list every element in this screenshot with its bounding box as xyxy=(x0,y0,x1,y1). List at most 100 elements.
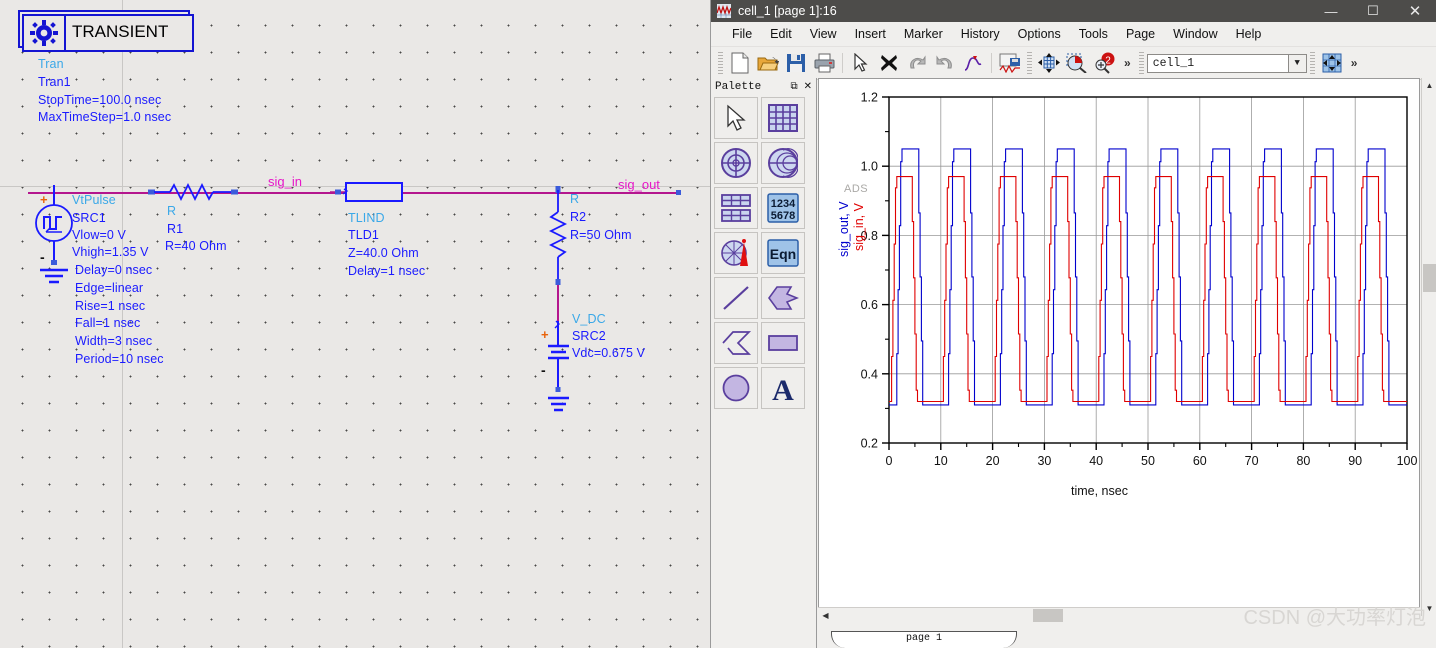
undo-icon[interactable] xyxy=(904,50,930,76)
menu-help[interactable]: Help xyxy=(1227,23,1271,45)
net-label-sig-in[interactable]: sig_in xyxy=(268,174,302,189)
vertical-scrollbar[interactable]: ▲ ▼ xyxy=(1421,78,1436,616)
page-tab[interactable]: page 1 xyxy=(831,631,1017,648)
svg-text:A: A xyxy=(772,374,794,403)
waveform-chart[interactable]: 0.20.40.60.81.01.20 10 20 30 40 50 60 70 80 90 100 xyxy=(819,79,1419,499)
list-table-icon[interactable] xyxy=(714,187,758,229)
palette-grid[interactable]: 1234 5678 Eqn A xyxy=(714,97,813,409)
tline-delay: Delay=1 nsec xyxy=(348,264,426,278)
zoom-area-icon[interactable] xyxy=(1064,50,1090,76)
transient-title: TRANSIENT xyxy=(72,22,169,41)
vtpulse-fall: Fall=1 nsec xyxy=(75,316,141,330)
dataset-value: cell_1 xyxy=(1152,56,1195,70)
line-icon[interactable] xyxy=(714,277,758,319)
toolbar-grip-3[interactable] xyxy=(1138,52,1144,74)
svg-text:90: 90 xyxy=(1348,454,1362,468)
tline-type: TLIND xyxy=(348,211,385,225)
equation-eqn-icon[interactable]: Eqn xyxy=(761,232,805,274)
svg-text:1.2: 1.2 xyxy=(861,91,878,105)
text-a-icon[interactable]: A xyxy=(761,367,805,409)
polyline-icon[interactable] xyxy=(714,322,758,364)
select-arrow-icon[interactable] xyxy=(848,50,874,76)
menu-bar[interactable]: File Edit View Insert Marker History Opt… xyxy=(711,22,1436,47)
csdn-watermark: CSDN @大功率灯泡 xyxy=(1243,607,1426,629)
maximize-button[interactable]: ☐ xyxy=(1352,0,1394,22)
schematic-canvas[interactable]: TRANSIENT Tran Tran1 StopTime=100.0 nsec… xyxy=(0,0,710,648)
resistor-r2-symbol[interactable] xyxy=(548,186,570,296)
antenna-pattern-icon[interactable] xyxy=(714,232,758,274)
ads-data-display-window[interactable]: cell_1 [page 1]:16 — ☐ ✕ File Edit View … xyxy=(710,0,1436,648)
window-controls[interactable]: — ☐ ✕ xyxy=(1310,0,1436,22)
window-titlebar[interactable]: cell_1 [page 1]:16 — ☐ ✕ xyxy=(711,0,1436,22)
menu-insert[interactable]: Insert xyxy=(846,23,895,45)
palette-close-button[interactable]: ✕ xyxy=(804,81,812,93)
toolbar-grip[interactable] xyxy=(718,52,723,74)
minimize-button[interactable]: — xyxy=(1310,0,1352,22)
dataset-combobox[interactable]: cell_1 ▼ xyxy=(1146,53,1307,73)
palette-header: Palette ⧉ ✕ xyxy=(711,78,816,95)
menu-history[interactable]: History xyxy=(952,23,1009,45)
transient-instance: Tran1 xyxy=(38,75,71,89)
menu-edit[interactable]: Edit xyxy=(761,23,801,45)
x-axis-label: time, nsec xyxy=(1071,484,1128,498)
numeric-1234-5678-icon[interactable]: 1234 5678 xyxy=(761,187,805,229)
curve-icon[interactable] xyxy=(960,50,986,76)
menu-marker[interactable]: Marker xyxy=(895,23,952,45)
open-folder-icon[interactable] xyxy=(755,50,781,76)
y-axis-label-sig-in: sig_in, V xyxy=(852,203,866,251)
menu-tools[interactable]: Tools xyxy=(1070,23,1117,45)
rect-plot-icon[interactable] xyxy=(761,97,805,139)
scroll-up-arrow[interactable]: ▲ xyxy=(1422,78,1436,93)
svg-text:80: 80 xyxy=(1296,454,1310,468)
new-document-icon[interactable] xyxy=(727,50,753,76)
polar-plot-icon[interactable] xyxy=(714,142,758,184)
menu-page[interactable]: Page xyxy=(1117,23,1164,45)
save-icon[interactable] xyxy=(783,50,809,76)
vtpulse-instance: SRC1 xyxy=(72,211,106,225)
resistor-r1-symbol[interactable] xyxy=(148,182,240,202)
toolbar-grip-4[interactable] xyxy=(1309,52,1315,74)
simulate-icon[interactable] xyxy=(997,50,1023,76)
tline-z: Z=40.0 Ohm xyxy=(348,246,419,260)
palette-panel[interactable]: Palette ⧉ ✕ 1234 5678 Eqn A xyxy=(711,78,817,648)
menu-options[interactable]: Options xyxy=(1009,23,1070,45)
delete-x-icon[interactable] xyxy=(876,50,902,76)
close-button[interactable]: ✕ xyxy=(1394,0,1436,22)
net-label-sig-out[interactable]: sig_out xyxy=(618,177,660,192)
vdc-value: Vdc=0.675 V xyxy=(572,346,646,360)
circle-icon[interactable] xyxy=(714,367,758,409)
redo-icon[interactable] xyxy=(932,50,958,76)
rectangle-icon[interactable] xyxy=(761,322,805,364)
arrow-select-icon[interactable] xyxy=(714,97,758,139)
horizontal-scroll-thumb[interactable] xyxy=(1033,609,1063,622)
svg-text:1.0: 1.0 xyxy=(861,160,878,174)
transient-block[interactable]: TRANSIENT xyxy=(22,14,194,52)
print-icon[interactable] xyxy=(811,50,837,76)
svg-text:Eqn: Eqn xyxy=(770,246,796,262)
toolbar-grip-2[interactable] xyxy=(1027,52,1032,74)
smith-chart-icon[interactable] xyxy=(761,142,805,184)
zoom-in-icon[interactable]: 2 xyxy=(1092,50,1118,76)
svg-text:50: 50 xyxy=(1141,454,1155,468)
palette-undock-button[interactable]: ⧉ xyxy=(790,81,797,93)
resistor-r2-instance: R2 xyxy=(570,210,587,224)
main-toolbar[interactable]: 2 » cell_1 ▼ » xyxy=(711,47,1436,80)
toolbar-overflow-button[interactable]: » xyxy=(1119,56,1136,70)
chevron-down-icon[interactable]: ▼ xyxy=(1287,54,1306,72)
svg-text:0: 0 xyxy=(886,454,893,468)
vertical-scroll-thumb[interactable] xyxy=(1423,264,1436,292)
vtpulse-vlow: Vlow=0 V xyxy=(72,228,126,242)
scroll-left-arrow[interactable]: ◀ xyxy=(818,608,833,623)
vtpulse-plus: + xyxy=(40,192,48,207)
plot-pane[interactable]: ADS sig_out, V sig_in, V time, nsec 0.2 0… xyxy=(818,78,1420,616)
tline-symbol[interactable] xyxy=(330,180,414,206)
svg-text:0.6: 0.6 xyxy=(861,298,878,312)
menu-window[interactable]: Window xyxy=(1164,23,1226,45)
fit-page-icon[interactable] xyxy=(1036,50,1062,76)
arrow-shape-icon[interactable] xyxy=(761,277,805,319)
vtpulse-symbol[interactable] xyxy=(30,185,78,295)
pan-icon[interactable] xyxy=(1319,50,1345,76)
menu-view[interactable]: View xyxy=(801,23,846,45)
menu-file[interactable]: File xyxy=(723,23,761,45)
toolbar-overflow-button-2[interactable]: » xyxy=(1346,56,1363,70)
